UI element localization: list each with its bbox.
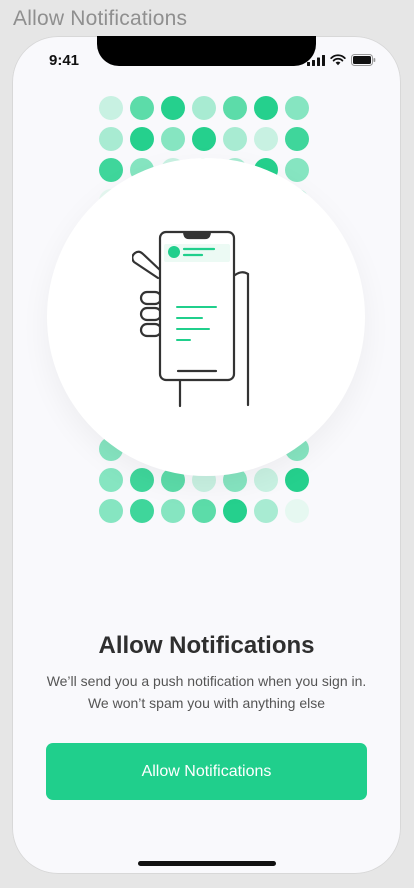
decorative-dot — [130, 127, 154, 151]
hand-holding-phone-illustration — [131, 230, 258, 415]
battery-icon — [351, 53, 376, 71]
page-title: Allow Notifications — [98, 632, 315, 659]
decorative-dot — [285, 158, 309, 182]
decorative-dot — [223, 127, 247, 151]
decorative-dot — [192, 127, 216, 151]
cellular-signal-icon — [307, 53, 325, 71]
home-indicator — [138, 861, 276, 866]
phone-screen: 9:41 Allow Notifications We’ll send you … — [12, 36, 401, 874]
decorative-dot — [192, 96, 216, 120]
decorative-dot — [99, 127, 123, 151]
decorative-dot — [223, 499, 247, 523]
decorative-dot — [99, 499, 123, 523]
decorative-dot — [130, 499, 154, 523]
decorative-dot — [192, 499, 216, 523]
decorative-dot — [254, 468, 278, 492]
decorative-dot — [99, 468, 123, 492]
decorative-dot — [223, 96, 247, 120]
status-time: 9:41 — [49, 52, 80, 69]
decorative-dot — [161, 499, 185, 523]
decorative-dot — [161, 96, 185, 120]
decorative-dot — [285, 499, 309, 523]
frame-title: Allow Notifications — [13, 7, 188, 30]
decorative-dot — [254, 96, 278, 120]
wifi-icon — [330, 53, 346, 71]
decorative-dot — [285, 468, 309, 492]
decorative-dot — [285, 96, 309, 120]
decorative-dot — [254, 499, 278, 523]
decorative-dot — [285, 127, 309, 151]
description-text: We’ll send you a push notification when … — [46, 673, 367, 711]
allow-notifications-button[interactable]: Allow Notifications — [46, 743, 367, 800]
decorative-dot — [254, 127, 278, 151]
decorative-dot — [130, 96, 154, 120]
decorative-dot — [130, 468, 154, 492]
device-notch — [97, 36, 316, 66]
decorative-dot — [161, 127, 185, 151]
decorative-dot — [99, 96, 123, 120]
decorative-dot — [99, 158, 123, 182]
status-icons — [307, 53, 376, 71]
